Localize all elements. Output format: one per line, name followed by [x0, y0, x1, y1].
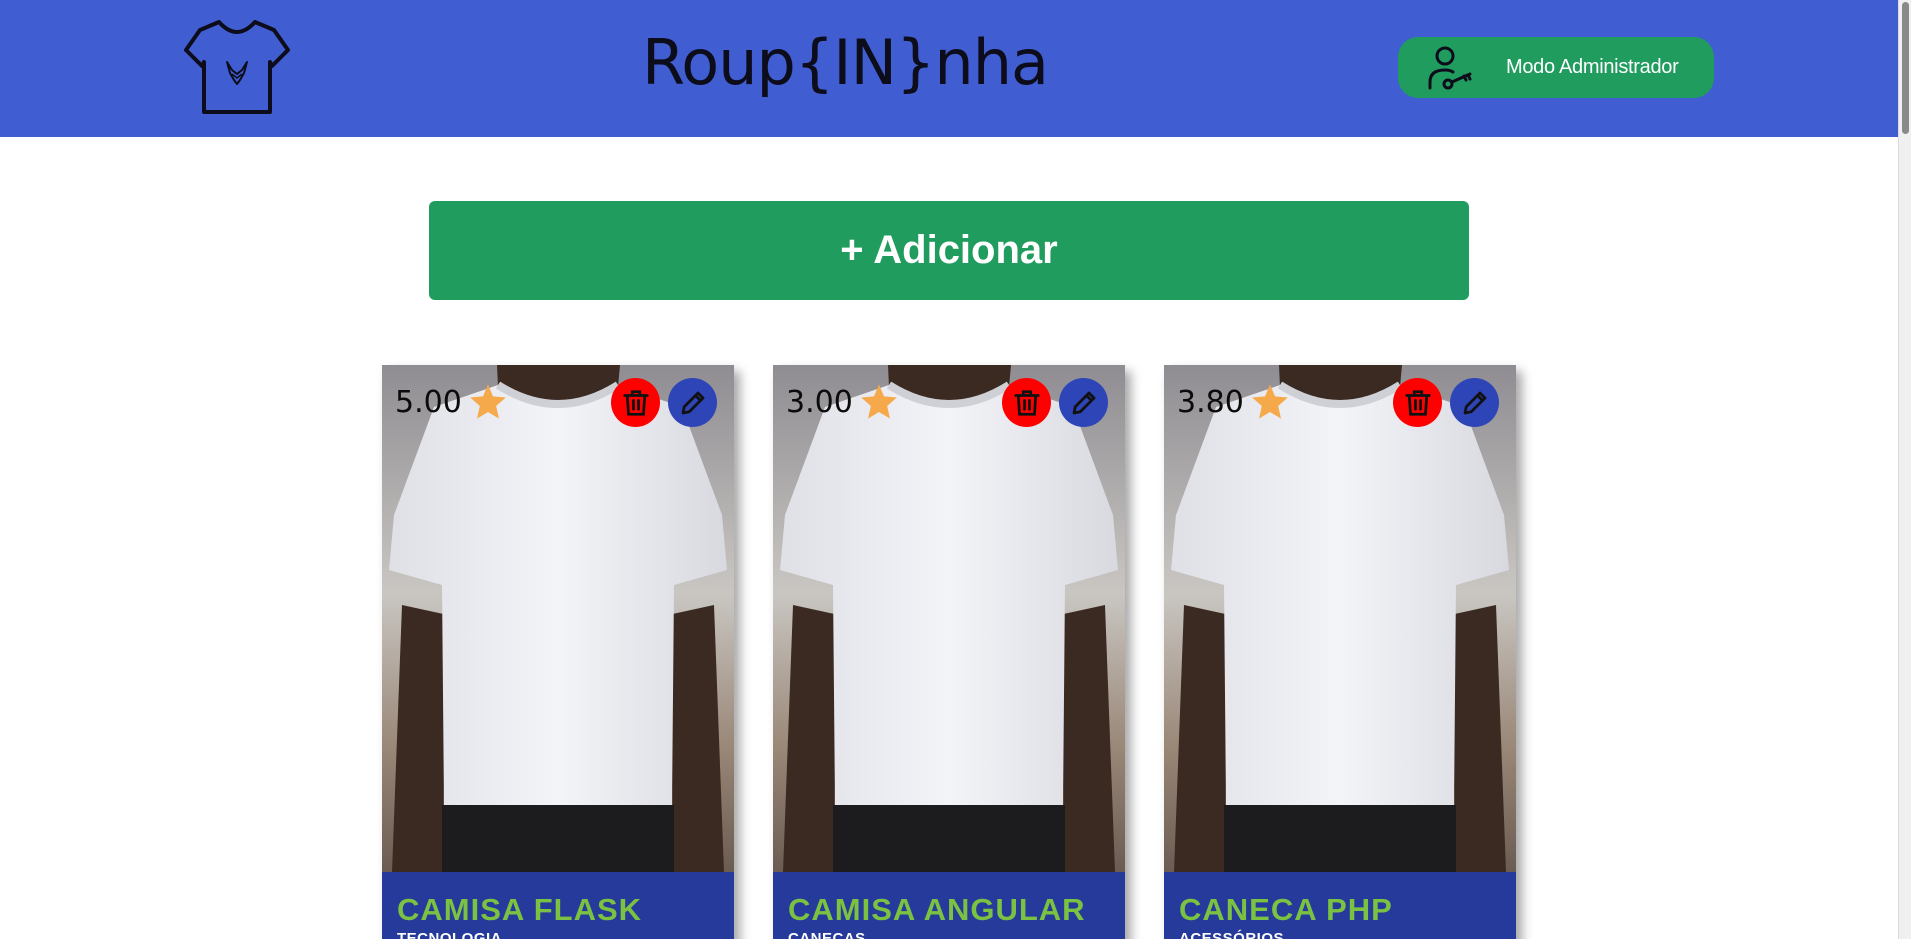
- pencil-icon: [1463, 391, 1486, 414]
- vertical-scrollbar[interactable]: [1898, 0, 1911, 939]
- product-rating: 3.00: [786, 382, 899, 422]
- product-rating: 5.00: [395, 382, 508, 422]
- edit-button[interactable]: [668, 378, 717, 427]
- product-category: CANECAS: [788, 930, 866, 939]
- star-icon: [860, 384, 897, 419]
- product-card[interactable]: 3.80 CANECA PHP ACESSÓRIOS: [1164, 365, 1516, 939]
- product-category: ACESSÓRIOS: [1179, 930, 1285, 939]
- pencil-icon: [681, 391, 704, 414]
- star-icon: [469, 384, 506, 419]
- star-icon: [1251, 384, 1288, 419]
- product-rating: 3.80: [1177, 382, 1290, 422]
- product-name: CAMISA ANGULAR: [788, 892, 1086, 927]
- trash-icon: [1013, 389, 1040, 416]
- product-card[interactable]: 3.00 CAMISA ANGULAR CANECAS: [773, 365, 1125, 939]
- pencil-icon: [1072, 391, 1095, 414]
- admin-mode-button[interactable]: Modo Administrador: [1398, 37, 1714, 98]
- product-info: CAMISA FLASK TECNOLOGIA: [382, 872, 734, 939]
- product-card[interactable]: 5.00 CAMISA FLASK TECNOLOGIA: [382, 365, 734, 939]
- product-info: CANECA PHP ACESSÓRIOS: [1164, 872, 1516, 939]
- edit-button[interactable]: [1059, 378, 1108, 427]
- trash-icon: [622, 389, 649, 416]
- scrollbar-thumb[interactable]: [1902, 2, 1909, 134]
- delete-button[interactable]: [1393, 378, 1442, 427]
- product-info: CAMISA ANGULAR CANECAS: [773, 872, 1125, 939]
- add-product-button[interactable]: + Adicionar: [429, 201, 1469, 300]
- trash-icon: [1404, 389, 1431, 416]
- delete-button[interactable]: [1002, 378, 1051, 427]
- admin-mode-label: Modo Administrador: [1506, 56, 1679, 78]
- product-photo: 3.00: [773, 365, 1125, 872]
- rating-value: 3.80: [1177, 384, 1244, 420]
- product-category: TECNOLOGIA: [397, 930, 502, 939]
- delete-button[interactable]: [611, 378, 660, 427]
- product-name: CAMISA FLASK: [397, 892, 643, 927]
- product-photo: 3.80: [1164, 365, 1516, 872]
- page: Roup{IN}nha Modo Administrador + Adicion…: [0, 0, 1911, 939]
- edit-button[interactable]: [1450, 378, 1499, 427]
- product-photo: 5.00: [382, 365, 734, 872]
- rating-value: 5.00: [395, 384, 462, 420]
- product-name: CANECA PHP: [1179, 892, 1393, 927]
- top-header: Roup{IN}nha Modo Administrador: [0, 0, 1898, 137]
- rating-value: 3.00: [786, 384, 853, 420]
- user-key-icon: [1428, 46, 1472, 89]
